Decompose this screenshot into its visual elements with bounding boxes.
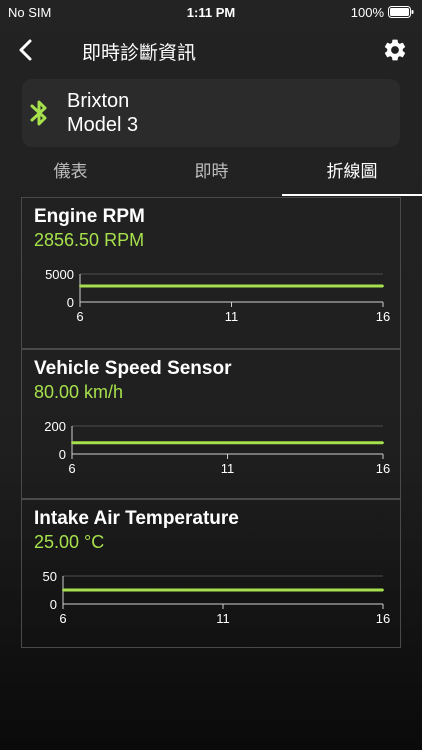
data-point xyxy=(222,589,224,591)
battery-icon xyxy=(388,6,414,18)
x-tick-label: 6 xyxy=(76,309,83,324)
data-point xyxy=(351,285,354,288)
data-point xyxy=(158,589,160,591)
battery-percent: 100% xyxy=(350,5,384,20)
data-point xyxy=(109,285,112,288)
data-point xyxy=(286,589,288,591)
data-point xyxy=(169,285,172,288)
data-point xyxy=(230,285,233,288)
charts-container: Engine RPM 2856.50 RPM 0 5000 6 11 16 Vehicl… xyxy=(21,197,401,648)
data-point xyxy=(102,441,105,444)
navigation-bar: 即時診斷資訊 xyxy=(0,24,422,76)
data-point xyxy=(94,589,96,591)
data-point xyxy=(288,441,291,444)
x-tick-label: 11 xyxy=(216,611,230,626)
data-point xyxy=(71,441,73,444)
data-point xyxy=(382,589,384,591)
x-tick-label: 11 xyxy=(225,309,239,324)
x-tick-label: 6 xyxy=(68,461,75,476)
data-point xyxy=(200,285,203,288)
settings-button[interactable] xyxy=(382,37,408,63)
chevron-left-icon xyxy=(19,39,32,61)
view-tabs: 儀表 即時 折線圖 xyxy=(0,150,422,196)
data-point xyxy=(133,441,136,444)
status-bar: No SIM 1:11 PM 100% xyxy=(0,0,422,24)
line-chart-engine-rpm: 0 5000 6 11 16 xyxy=(45,267,390,324)
y-tick-label: 200 xyxy=(44,419,66,434)
data-point xyxy=(319,441,322,444)
device-model: Model 3 xyxy=(67,114,139,136)
x-tick-label: 16 xyxy=(376,461,390,476)
device-card[interactable]: Brixton Model 3 xyxy=(22,79,400,147)
data-point xyxy=(195,441,198,444)
data-point xyxy=(126,589,128,591)
chart-panel-engine-rpm: Engine RPM 2856.50 RPM 0 5000 6 11 16 xyxy=(22,198,400,348)
line-chart-vehicle-speed: 0 200 6 11 16 xyxy=(44,419,390,476)
data-point xyxy=(382,285,384,288)
data-point xyxy=(318,589,320,591)
data-point xyxy=(79,285,81,288)
y-tick-label: 0 xyxy=(59,447,66,462)
page-title: 即時診斷資訊 xyxy=(82,43,197,64)
x-tick-label: 6 xyxy=(59,611,66,626)
x-tick-label: 16 xyxy=(376,309,390,324)
data-point xyxy=(382,441,384,444)
back-button[interactable] xyxy=(12,36,40,64)
active-tab-indicator xyxy=(282,194,422,196)
data-point xyxy=(62,589,64,591)
data-point xyxy=(164,441,167,444)
data-point xyxy=(291,285,294,288)
device-make: Brixton xyxy=(67,90,130,112)
data-point xyxy=(226,441,229,444)
gear-icon xyxy=(384,39,406,61)
chart-panel-intake-air-temp: Intake Air Temperature 25.00 °C 0 50 6 11 16 xyxy=(22,498,400,648)
data-point xyxy=(190,589,192,591)
tab-line-chart[interactable]: 折線圖 xyxy=(282,150,422,196)
data-point xyxy=(139,285,142,288)
data-point xyxy=(254,589,256,591)
data-point xyxy=(260,285,263,288)
bluetooth-icon xyxy=(30,100,47,126)
data-point xyxy=(350,441,353,444)
y-tick-label: 5000 xyxy=(45,267,74,282)
chart-panel-vehicle-speed: Vehicle Speed Sensor 80.00 km/h 0 200 6 11 1… xyxy=(22,348,400,498)
x-tick-label: 11 xyxy=(221,461,235,476)
y-tick-label: 50 xyxy=(43,569,57,584)
x-tick-label: 16 xyxy=(376,611,390,626)
y-tick-label: 0 xyxy=(50,597,57,612)
data-point xyxy=(257,441,260,444)
tab-gauges[interactable]: 儀表 xyxy=(0,150,141,196)
data-point xyxy=(350,589,352,591)
tab-live[interactable]: 即時 xyxy=(141,150,282,196)
data-point xyxy=(321,285,324,288)
line-chart-intake-air-temp: 0 50 6 11 16 xyxy=(43,569,391,626)
y-tick-label: 0 xyxy=(67,295,74,310)
